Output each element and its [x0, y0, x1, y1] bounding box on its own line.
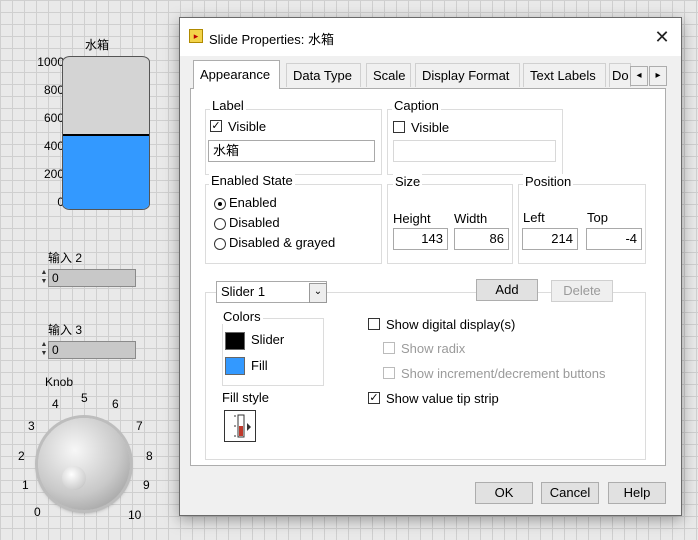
show-digital-display-label: Show digital display(s)	[386, 317, 516, 332]
tank-indicator[interactable]	[62, 56, 150, 210]
left-input[interactable]: 214	[522, 228, 578, 250]
knob-tick-label: 0	[34, 505, 41, 519]
knob-tick-label: 8	[146, 449, 153, 463]
knob-tick-label: 2	[18, 449, 25, 463]
slider-color-swatch[interactable]	[225, 332, 245, 350]
input-2-field[interactable]: 0	[48, 269, 136, 287]
show-digital-display-checkbox[interactable]	[368, 318, 380, 330]
knob-control[interactable]	[38, 418, 130, 510]
knob-tick-label: 7	[136, 419, 143, 433]
tab-display-format[interactable]: Display Format	[415, 63, 520, 87]
width-input[interactable]: 86	[454, 228, 509, 250]
knob-label: Knob	[45, 375, 74, 389]
size-group-title: Size	[393, 174, 423, 189]
fill-style-label: Fill style	[222, 390, 269, 405]
knob-tick-label: 10	[128, 508, 142, 522]
slider-color-label: Slider	[251, 332, 285, 347]
tab-text-labels[interactable]: Text Labels	[523, 63, 606, 87]
tab-documentation[interactable]: Do	[609, 63, 631, 87]
top-input[interactable]: -4	[586, 228, 642, 250]
input-3-label: 输入 3	[48, 323, 83, 337]
appearance-panel: Label ✓ Visible 水箱 Caption Visible Enabl…	[190, 88, 666, 466]
help-button[interactable]: Help	[608, 482, 666, 504]
input-3-field[interactable]: 0	[48, 341, 136, 359]
knob-tick-label: 3	[28, 419, 35, 433]
position-group-title: Position	[523, 174, 574, 189]
tab-scroll-right-icon[interactable]: ▸	[649, 66, 667, 86]
close-icon[interactable]: ✕	[651, 26, 673, 48]
delete-button[interactable]: Delete	[551, 280, 613, 302]
height-label: Height	[393, 211, 431, 226]
knob-tick-label: 4	[52, 397, 59, 411]
label-visible-text: Visible	[228, 119, 267, 134]
input-2-label: 输入 2	[48, 251, 83, 265]
tank-fill	[63, 134, 149, 209]
tab-scale[interactable]: Scale	[366, 63, 411, 87]
colors-group	[222, 318, 324, 386]
knob-tick-label: 5	[81, 391, 88, 405]
caption-text-input[interactable]	[393, 140, 556, 162]
dialog-title: Slide Properties: 水箱	[209, 32, 334, 47]
top-label: Top	[587, 210, 608, 225]
tank-scale: 1000 800 600 400 200 0	[14, 55, 64, 215]
tank-tick-label: 400	[43, 139, 64, 153]
knob-tick-label: 9	[143, 478, 150, 492]
radio-selected-dot	[218, 202, 222, 206]
knob-tick-label: 1	[22, 478, 29, 492]
height-input[interactable]: 143	[393, 228, 448, 250]
enabled-radio-label: Enabled	[229, 195, 277, 210]
label-group-title: Label	[210, 98, 246, 113]
tank-tick-label: 600	[43, 111, 64, 125]
caption-group-title: Caption	[392, 98, 441, 113]
labview-icon: ▸	[189, 29, 203, 43]
fill-color-swatch[interactable]	[225, 357, 245, 375]
tank-tick-label: 800	[43, 83, 64, 97]
show-radix-label: Show radix	[401, 341, 466, 356]
disabled-grayed-radio[interactable]	[214, 238, 226, 250]
tab-appearance[interactable]: Appearance	[193, 60, 280, 89]
show-radix-checkbox[interactable]	[383, 342, 395, 354]
colors-title: Colors	[221, 309, 263, 324]
width-label: Width	[454, 211, 488, 226]
show-value-tip-strip-label: Show value tip strip	[386, 391, 499, 406]
tab-data-type[interactable]: Data Type	[286, 63, 361, 87]
fill-style-picker-icon[interactable]	[224, 410, 256, 442]
show-inc-dec-label: Show increment/decrement buttons	[401, 366, 606, 381]
ok-button[interactable]: OK	[475, 482, 533, 504]
enabled-state-title: Enabled State	[209, 173, 295, 188]
tab-scroll-left-icon[interactable]: ◂	[630, 66, 648, 86]
enabled-radio[interactable]	[214, 198, 226, 210]
caption-visible-checkbox[interactable]	[393, 121, 405, 133]
dialog-titlebar: ▸ Slide Properties: 水箱 ✕	[180, 18, 681, 56]
label-text-input[interactable]: 水箱	[208, 140, 375, 162]
tank-tick-label: 200	[43, 167, 64, 181]
cancel-button[interactable]: Cancel	[541, 482, 599, 504]
chevron-down-icon[interactable]: ⌄	[309, 283, 327, 303]
tank-tick-label: 0	[57, 195, 64, 209]
tank-title: 水箱	[85, 38, 110, 52]
disabled-radio-label: Disabled	[229, 215, 280, 230]
knob-grip	[62, 466, 86, 490]
left-label: Left	[523, 210, 545, 225]
label-visible-checkbox[interactable]: ✓	[210, 120, 222, 132]
disabled-radio[interactable]	[214, 218, 226, 230]
knob-tick-label: 6	[112, 397, 119, 411]
tank-tick-label: 1000	[37, 55, 64, 69]
fill-color-label: Fill	[251, 358, 268, 373]
input-3-spinner[interactable]: ▲ ▼	[40, 340, 48, 360]
show-value-tip-strip-checkbox[interactable]: ✓	[368, 392, 380, 404]
disabled-grayed-radio-label: Disabled & grayed	[229, 235, 336, 250]
slide-properties-dialog: ▸ Slide Properties: 水箱 ✕ Appearance Data…	[179, 17, 682, 516]
caption-visible-text: Visible	[411, 120, 450, 135]
input-2-spinner[interactable]: ▲ ▼	[40, 268, 48, 288]
show-inc-dec-checkbox[interactable]	[383, 367, 395, 379]
add-button[interactable]: Add	[476, 279, 538, 301]
